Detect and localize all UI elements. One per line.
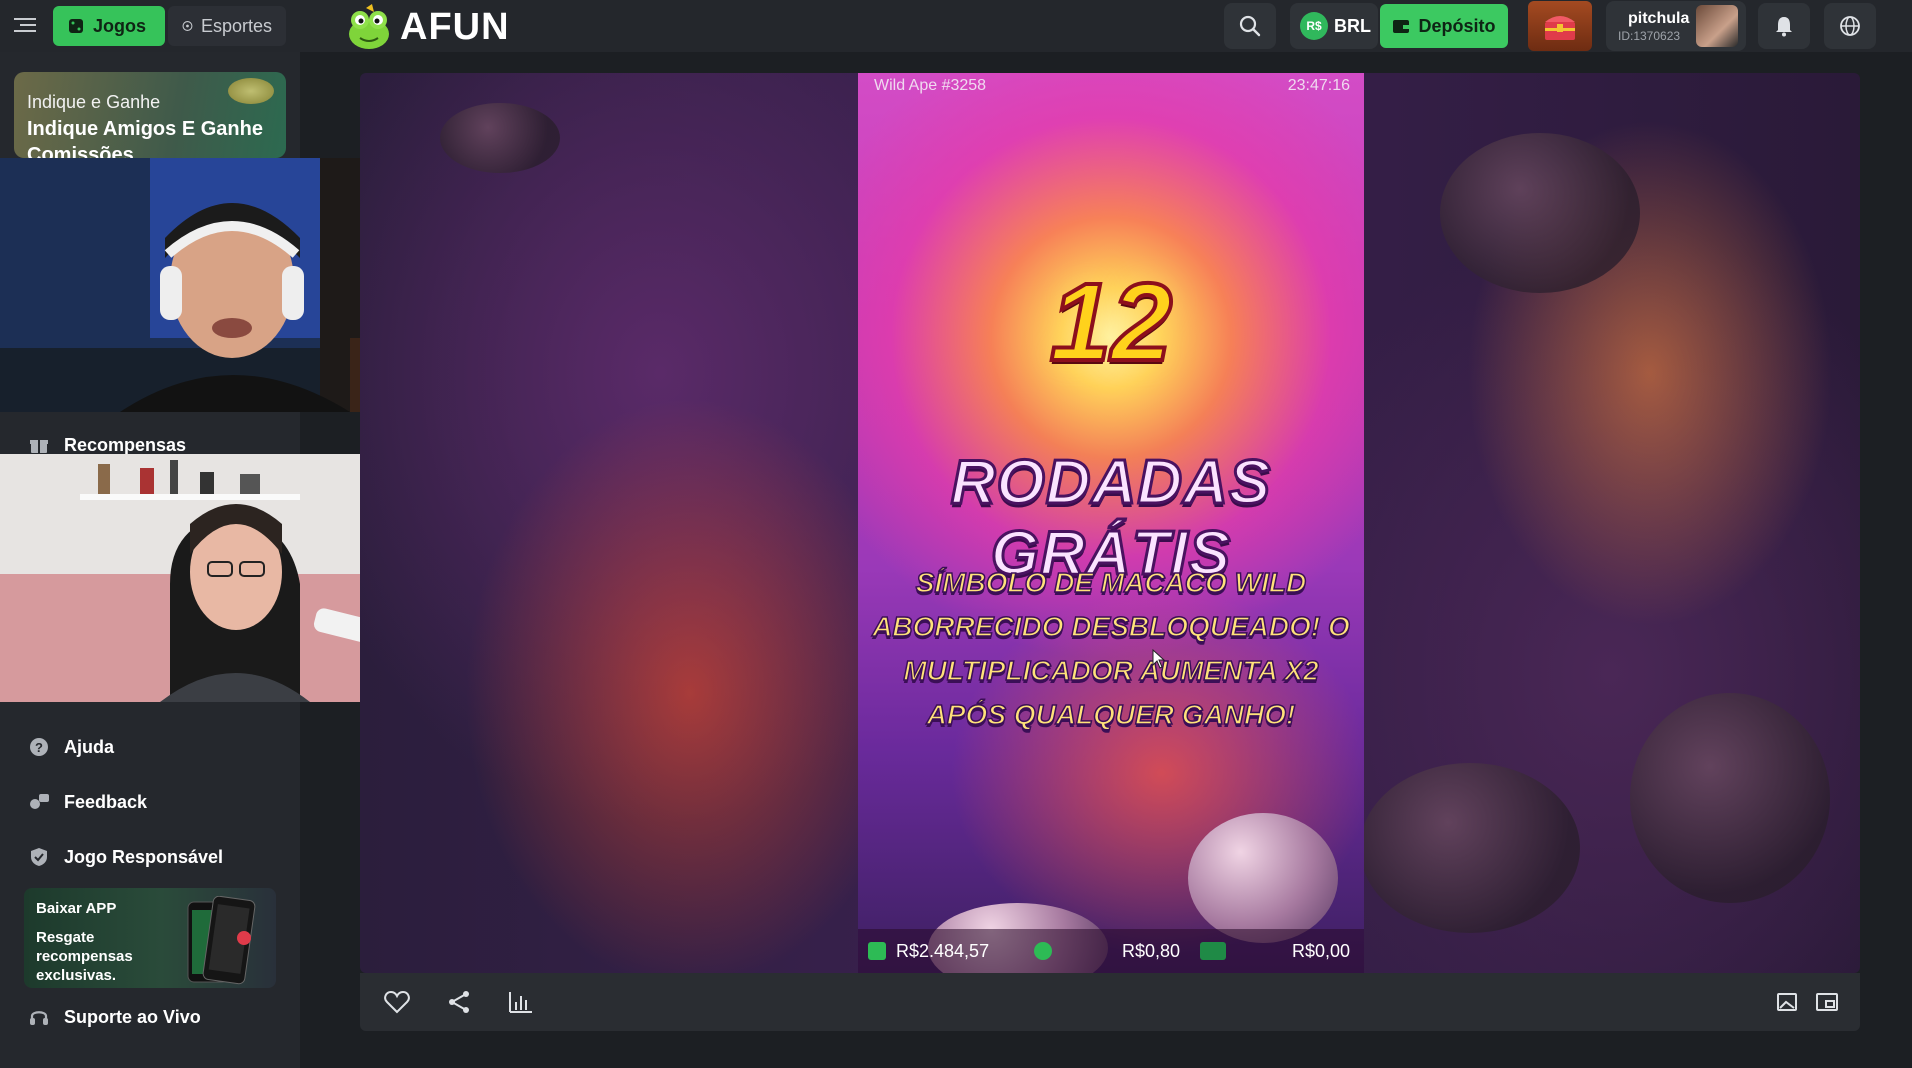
sidebar-item-label: Ajuda — [64, 736, 115, 757]
app-card-title: Baixar APP — [36, 900, 117, 917]
sidebar-item-ajuda[interactable]: ? Ajuda — [28, 734, 114, 760]
wallet-icon — [1393, 20, 1410, 33]
bet-value: R$0,80 — [1121, 940, 1180, 961]
gift-icon — [28, 434, 50, 456]
deposit-button[interactable]: Depósito — [1380, 4, 1508, 48]
game-canvas[interactable]: Wild Ape #3258 23:47:16 12 RODADAS GRÁTI… — [858, 73, 1364, 973]
app-card-text: Resgate recompensas exclusivas. — [36, 929, 133, 984]
avatar — [1696, 5, 1738, 47]
globe-icon — [1840, 16, 1860, 36]
tab-jogos[interactable]: Jogos — [53, 6, 165, 46]
share-icon[interactable] — [446, 990, 472, 1014]
brand-logo[interactable]: AFUN — [346, 2, 510, 52]
win-icon — [1200, 942, 1226, 960]
frog-logo-icon — [346, 4, 392, 50]
win-value: R$0,00 — [1291, 940, 1350, 961]
top-bar: Jogos Esportes AFUN R$ BRL Depósito pitc… — [0, 0, 1912, 52]
tab-esportes-label: Esportes — [200, 15, 272, 36]
mouse-cursor-icon — [1152, 649, 1166, 669]
rock-decoration — [440, 103, 560, 173]
free-spins-count: 12 — [1048, 259, 1174, 386]
user-name: pitchula — [1628, 10, 1690, 27]
download-app-card[interactable]: Baixar APP Resgate recompensas exclusiva… — [24, 888, 276, 988]
sidebar-item-label: Jogo Responsável — [64, 846, 224, 867]
balance-value: R$2.484,57 — [896, 940, 990, 961]
game-title: Wild Ape #3258 — [874, 77, 987, 94]
sidebar-item-jogo-responsavel[interactable]: Jogo Responsável — [28, 844, 223, 870]
user-profile[interactable]: pitchula ID:1370623 — [1606, 1, 1746, 51]
game-time: 23:47:16 — [1287, 77, 1350, 94]
promo-subtitle: Indique e Ganhe — [27, 92, 161, 112]
rock-decoration — [1360, 763, 1580, 933]
currency-selector[interactable]: R$ BRL — [1290, 3, 1378, 49]
referral-promo-card[interactable]: Indique e Ganhe Indique Amigos E Ganhe C… — [14, 72, 286, 158]
rock-decoration — [1188, 813, 1338, 943]
currency-label: BRL — [1334, 15, 1371, 36]
notifications-button[interactable] — [1758, 3, 1810, 49]
feedback-icon — [28, 791, 50, 813]
headset-icon — [28, 1006, 50, 1028]
logo-text: AFUN — [400, 5, 510, 48]
heart-icon[interactable] — [384, 990, 410, 1014]
deposit-label: Depósito — [1418, 15, 1496, 36]
rock-decoration — [1630, 693, 1830, 903]
fullscreen-icon[interactable] — [1814, 990, 1840, 1014]
sidebar-item-label: Feedback — [64, 791, 148, 812]
bet-display[interactable]: R$0,80 — [1024, 929, 1190, 973]
svg-text:?: ? — [35, 740, 43, 755]
rock-decoration — [1440, 133, 1640, 293]
balance-display: R$2.484,57 — [858, 929, 1024, 973]
tab-esportes[interactable]: Esportes — [168, 6, 286, 46]
user-id: ID:1370623 — [1618, 29, 1681, 43]
currency-badge: R$ — [1300, 12, 1328, 40]
game-toolbar — [360, 973, 1860, 1031]
app-root: Jogos Esportes AFUN R$ BRL Depósito pitc… — [0, 0, 1912, 1068]
win-display: R$0,00 — [1190, 929, 1360, 973]
tab-jogos-label: Jogos — [93, 15, 147, 36]
treasure-chest-icon — [1545, 16, 1575, 40]
shield-icon — [28, 846, 50, 868]
free-spins-description: SÍMBOLO DE MACACO WILD ABORRECIDO DESBLO… — [871, 566, 1350, 731]
game-status-bar: R$2.484,57 R$0,80 R$0,00 — [858, 929, 1364, 973]
help-icon: ? — [28, 736, 50, 758]
language-button[interactable] — [1824, 3, 1876, 49]
coins-icon — [1034, 942, 1052, 960]
search-icon — [1239, 15, 1261, 37]
coin-icon — [228, 78, 274, 104]
sidebar-item-feedback[interactable]: Feedback — [28, 789, 147, 815]
phone-image — [160, 895, 276, 988]
theater-mode-icon[interactable] — [1774, 990, 1800, 1014]
promo-title: Indique Amigos E Ganhe Comissões — [27, 118, 263, 158]
ball-icon — [182, 21, 193, 31]
sidebar-item-suporte-ao-vivo[interactable]: Suporte ao Vivo — [28, 1004, 201, 1030]
sidebar-item-label: Suporte ao Vivo — [64, 1006, 201, 1027]
sidebar-item-label: Recompensas — [64, 434, 187, 455]
wallet-icon — [868, 942, 886, 960]
dice-icon — [69, 19, 83, 33]
menu-toggle-icon[interactable] — [14, 14, 40, 36]
stats-icon[interactable] — [508, 990, 534, 1014]
bell-icon — [1776, 17, 1792, 37]
treasure-chest-button[interactable] — [1528, 1, 1592, 51]
search-button[interactable] — [1224, 3, 1276, 49]
